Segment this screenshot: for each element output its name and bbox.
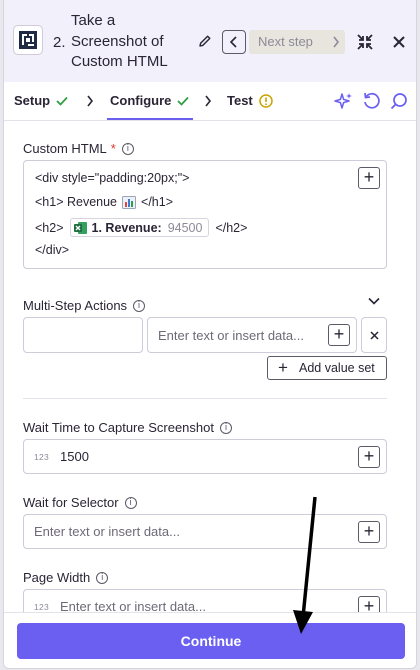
- step-header: 2. Take a Screenshot of Custom HTML Next…: [4, 0, 416, 82]
- code-text: <h1> Revenue: [35, 195, 118, 209]
- page-width-label-text: Page Width: [23, 570, 91, 585]
- code-text: </h2>: [215, 220, 248, 235]
- footer: Continue: [4, 612, 416, 668]
- code-line: <div style="padding:20px;">: [35, 171, 190, 185]
- required-mark: *: [110, 141, 116, 156]
- custom-html-editor[interactable]: <div style="padding:20px;"> <h1> Revenue…: [23, 160, 387, 269]
- divider: [23, 398, 387, 399]
- chevron-down-icon[interactable]: [368, 297, 380, 305]
- step-title[interactable]: Take a Screenshot of Custom HTML: [71, 11, 186, 73]
- page-width-label: Page Width i: [23, 570, 109, 585]
- previous-step-button[interactable]: [222, 30, 246, 54]
- wait-for-selector-label: Wait for Selector i: [23, 495, 137, 510]
- multi-step-actions-label: Multi-Step Actions i: [23, 298, 146, 313]
- refresh-icon[interactable]: [361, 91, 381, 111]
- number-type-icon: 123: [34, 452, 50, 462]
- check-icon: [56, 96, 68, 106]
- wait-time-label-text: Wait Time to Capture Screenshot: [23, 420, 214, 435]
- data-pill[interactable]: 1. Revenue: 94500: [69, 218, 210, 237]
- close-icon: [370, 331, 379, 340]
- tab-configure-label: Configure: [110, 93, 172, 108]
- tab-configure[interactable]: Configure: [110, 93, 190, 108]
- search-icon[interactable]: [389, 91, 409, 111]
- insert-data-button[interactable]: +: [358, 446, 380, 468]
- warning-icon: [259, 93, 273, 108]
- next-step-label: Next step: [258, 34, 313, 49]
- value-placeholder: Enter text or insert data...: [158, 328, 304, 343]
- wait-for-selector-label-text: Wait for Selector: [23, 495, 119, 510]
- wait-time-value: 1500: [60, 449, 89, 464]
- tab-test[interactable]: Test: [227, 93, 273, 108]
- tab-test-label: Test: [227, 93, 253, 108]
- tab-setup-label: Setup: [14, 93, 51, 108]
- chevron-right-icon: [205, 95, 212, 107]
- code-line: <h1> Revenue </h1>: [35, 195, 173, 209]
- collapse-icon[interactable]: [354, 31, 376, 53]
- info-icon[interactable]: i: [124, 496, 137, 509]
- step-editor-panel: 2. Take a Screenshot of Custom HTML Next…: [3, 0, 417, 669]
- step-tabs: Setup Configure Test: [4, 82, 416, 121]
- code-text: <h2>: [35, 220, 64, 235]
- info-icon[interactable]: i: [121, 142, 134, 155]
- code-line: </div>: [35, 243, 70, 257]
- info-icon[interactable]: i: [220, 421, 232, 434]
- add-value-set-button[interactable]: + Add value set: [267, 356, 387, 380]
- code-line: <h2> 1. Revenue: 94500 </h2>: [35, 218, 247, 237]
- add-value-set-label: Add value set: [299, 361, 375, 375]
- chevron-right-icon: [87, 95, 94, 107]
- excel-icon: [73, 221, 87, 234]
- code-text: </h1>: [141, 195, 173, 209]
- key-input[interactable]: [23, 317, 143, 353]
- plus-icon: +: [278, 358, 288, 377]
- ai-sparkle-icon[interactable]: [334, 91, 354, 111]
- wait-for-selector-placeholder: Enter text or insert data...: [34, 524, 180, 539]
- insert-data-button[interactable]: +: [328, 324, 350, 346]
- check-icon: [177, 96, 190, 106]
- pill-value: 94500: [167, 220, 203, 235]
- info-icon[interactable]: i: [96, 571, 109, 584]
- remove-row-button[interactable]: [361, 317, 387, 353]
- tab-setup[interactable]: Setup: [14, 93, 68, 108]
- wait-time-input[interactable]: 123 1500 +: [23, 439, 387, 474]
- insert-data-button[interactable]: +: [358, 521, 380, 543]
- active-tab-indicator: [107, 118, 193, 120]
- custom-html-label-text: Custom HTML: [23, 141, 107, 156]
- number-type-icon: 123: [34, 602, 50, 612]
- step-number: 2.: [53, 34, 66, 51]
- wait-for-selector-input[interactable]: Enter text or insert data... +: [23, 514, 387, 549]
- edit-pencil-icon[interactable]: [197, 32, 213, 50]
- insert-data-button[interactable]: +: [358, 167, 380, 189]
- info-icon[interactable]: i: [133, 299, 146, 312]
- pill-label: 1. Revenue:: [91, 220, 162, 235]
- custom-html-label: Custom HTML * i: [23, 141, 134, 156]
- app-logo-icon: [13, 25, 43, 55]
- next-step-button[interactable]: Next step: [249, 30, 345, 54]
- wait-time-label: Wait Time to Capture Screenshot i: [23, 420, 232, 435]
- value-input[interactable]: Enter text or insert data... +: [147, 317, 357, 353]
- multi-step-actions-label-text: Multi-Step Actions: [23, 298, 128, 313]
- bar-chart-emoji-icon: [122, 195, 137, 209]
- close-icon[interactable]: [389, 32, 409, 52]
- continue-button[interactable]: Continue: [17, 623, 405, 659]
- chevron-right-icon: [333, 36, 340, 48]
